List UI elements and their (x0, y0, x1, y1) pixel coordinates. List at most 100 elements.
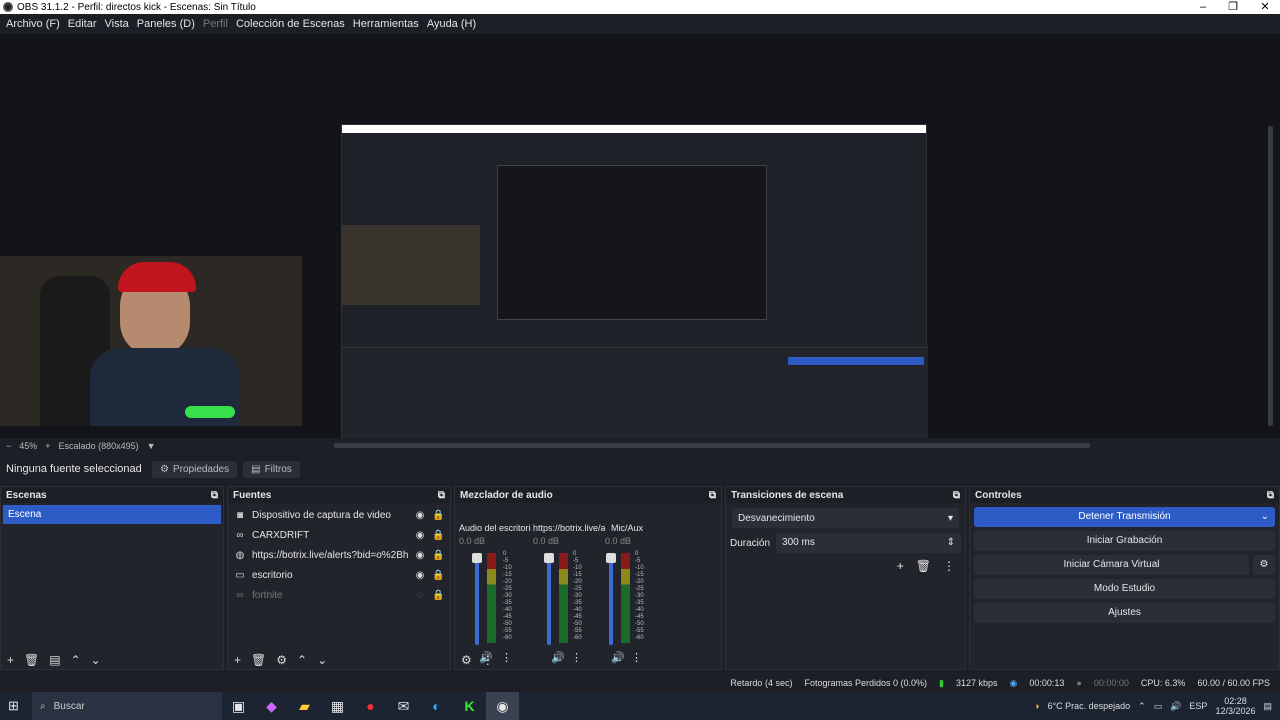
transition-select[interactable]: Desvanecimiento ▾ (732, 508, 959, 528)
lock-icon[interactable]: 🔒 (432, 550, 444, 561)
chevron-down-icon[interactable]: ⌄ (1261, 507, 1269, 527)
sources-title: Fuentes (233, 489, 272, 501)
source-item[interactable]: ◍ https://botrix.live/alerts?bid=o%2Bh3Wz… (228, 545, 450, 565)
stop-stream-button[interactable]: Detener Transmisión ⌄ (974, 507, 1275, 527)
source-item[interactable]: ▭ escritorio ◉ 🔒 (228, 565, 450, 585)
add-icon[interactable]: + (897, 559, 904, 573)
mixer-title: Mezclador de audio (460, 489, 553, 501)
db-scale: 0 -5 -10 -15 -20 -25 -30 -35 -40 -45 -50 -55 -60 (635, 551, 644, 641)
lock-icon[interactable]: 🔒 (432, 530, 444, 541)
signal-icon: ▮ (939, 677, 944, 688)
eye-icon[interactable]: ◉ (414, 550, 426, 561)
trash-icon[interactable]: 🗑 (24, 653, 39, 667)
edge-icon[interactable]: ◐ (420, 692, 453, 720)
undock-icon[interactable]: ⧉ (953, 490, 960, 501)
chevron-up-icon[interactable]: ⌃ (71, 653, 81, 667)
menu-tools[interactable]: Herramientas (349, 18, 423, 30)
spin-arrows-icon[interactable]: ⇕ (947, 537, 955, 549)
chevron-down-icon[interactable]: ▼ (147, 441, 156, 451)
windows-start-icon[interactable]: ⊞ (8, 698, 19, 714)
lock-icon[interactable]: 🔒 (432, 570, 444, 581)
gear-icon[interactable]: ⚙ (276, 653, 287, 667)
weather-text[interactable]: 6°C Prac. despejado (1047, 701, 1130, 711)
obs-icon[interactable]: ◉ (486, 692, 519, 720)
scene-item[interactable]: Escena (3, 505, 221, 524)
system-tray: ◑ 6°C Prac. despejado ⌃ ▭ 🔊 ESP 02:28 12/… (1034, 692, 1272, 720)
eye-icon[interactable]: ◉ (414, 510, 426, 521)
menu-view[interactable]: Vista (101, 18, 133, 30)
settings-button[interactable]: Ajustes (974, 603, 1275, 623)
undock-icon[interactable]: ⧉ (1267, 490, 1274, 501)
duration-spinbox[interactable]: 300 ms ⇕ (776, 533, 961, 553)
volume-icon[interactable]: 🔊 (1170, 701, 1181, 712)
studio-mode-button[interactable]: Modo Estudio (974, 579, 1275, 599)
db-scale: 0 -5 -10 -15 -20 -25 -30 -35 -40 -45 -50 -55 -60 (573, 551, 582, 641)
gear-icon[interactable]: ⚙ (461, 653, 472, 667)
menu-help[interactable]: Ayuda (H) (423, 18, 480, 30)
source-item[interactable]: ◙ Dispositivo de captura de video ◉ 🔒 (228, 505, 450, 525)
volume-fader[interactable] (472, 553, 482, 645)
taskbar-search[interactable]: ⌕ Buscar (32, 692, 222, 720)
menu-edit[interactable]: Editar (64, 18, 101, 30)
menu-profile[interactable]: Perfil (199, 18, 232, 30)
dropped-frames: Fotogramas Perdidos 0 (0.0%) (804, 678, 928, 688)
kick-icon[interactable]: K (453, 692, 486, 720)
chevron-down-icon[interactable]: ⌄ (317, 653, 327, 667)
title-bar: OBS 31.1.2 - Perfil: directos kick - Esc… (0, 0, 1280, 14)
more-icon[interactable]: ⋮ (482, 653, 494, 667)
mail-icon[interactable]: ✉ (387, 692, 420, 720)
maximize-icon[interactable]: ❐ (1218, 0, 1248, 14)
undock-icon[interactable]: ⧉ (211, 490, 218, 501)
zoom-out-button[interactable]: − (6, 441, 11, 451)
eye-icon[interactable]: ◉ (414, 530, 426, 541)
network-icon[interactable]: ▭ (1154, 701, 1163, 712)
volume-fader[interactable] (606, 553, 616, 645)
undock-icon[interactable]: ⧉ (709, 490, 716, 501)
sources-dock: Fuentes ⧉ ◙ Dispositivo de captura de vide… (227, 486, 451, 670)
vertical-scrollbar[interactable] (1268, 126, 1273, 426)
add-icon[interactable]: + (7, 653, 14, 667)
channel-db: 0.0 dB (533, 536, 560, 546)
lock-icon[interactable]: 🔒 (432, 590, 444, 601)
start-recording-button[interactable]: Iniciar Grabación (974, 531, 1275, 551)
more-icon[interactable]: ⋮ (943, 559, 955, 573)
language-indicator[interactable]: ESP (1189, 701, 1207, 711)
source-item[interactable]: ∞ CARXDRIFT ◉ 🔒 (228, 525, 450, 545)
record-icon: ● (1076, 678, 1082, 688)
volume-fader[interactable] (544, 553, 554, 645)
close-icon[interactable]: ✕ (1250, 0, 1280, 14)
folder-icon[interactable]: ▰ (288, 692, 321, 720)
zoom-in-button[interactable]: + (45, 441, 50, 451)
copilot-icon[interactable]: ◆ (255, 692, 288, 720)
lock-icon[interactable]: 🔒 (432, 510, 444, 521)
minimize-icon[interactable]: – (1188, 0, 1218, 14)
filter-icon[interactable]: ▤ (49, 653, 60, 667)
clock[interactable]: 02:28 12/3/2026 (1215, 696, 1255, 716)
filters-button[interactable]: ▤ Filtros (243, 460, 300, 478)
trash-icon[interactable]: 🗑 (251, 653, 266, 667)
task-view-icon[interactable]: ▣ (222, 692, 255, 720)
gear-icon[interactable]: ⚙ (1253, 555, 1275, 575)
source-item[interactable]: ∞ fortnite ◌ 🔒 (228, 585, 450, 605)
menu-file[interactable]: Archivo (F) (2, 18, 64, 30)
chevron-down-icon: ▾ (947, 512, 953, 524)
undock-icon[interactable]: ⧉ (438, 490, 445, 501)
properties-button[interactable]: ⚙ Propiedades (152, 460, 238, 478)
chevron-down-icon[interactable]: ⌄ (91, 653, 101, 667)
controls-dock: Controles ⧉ Detener Transmisión ⌄ Iniciar … (969, 486, 1280, 670)
menu-scene-collection[interactable]: Colección de Escenas (232, 18, 349, 30)
store-icon[interactable]: ▦ (321, 692, 354, 720)
preview-canvas[interactable] (0, 34, 1280, 455)
virtual-camera-button[interactable]: Iniciar Cámara Virtual (974, 555, 1249, 575)
trash-icon[interactable]: 🗑 (916, 559, 931, 573)
menu-docks[interactable]: Paneles (D) (133, 18, 199, 30)
chevron-up-icon[interactable]: ⌃ (297, 653, 307, 667)
eye-icon[interactable]: ◉ (414, 570, 426, 581)
app-red-icon[interactable]: ● (354, 692, 387, 720)
notifications-icon[interactable]: ▤ (1263, 701, 1272, 712)
horizontal-scrollbar[interactable] (334, 443, 1090, 448)
channel-db: 0.0 dB (605, 536, 632, 546)
chevron-up-icon[interactable]: ⌃ (1138, 701, 1146, 712)
add-icon[interactable]: + (234, 653, 241, 667)
eye-hidden-icon[interactable]: ◌ (414, 590, 426, 601)
